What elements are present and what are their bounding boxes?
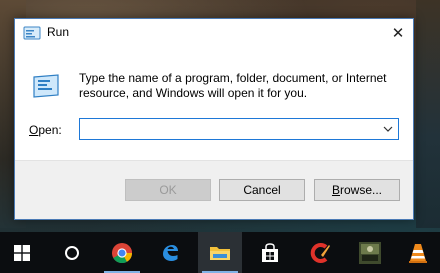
wallpaper-right [416,0,440,228]
run-app-icon [23,26,41,40]
taskbar-game-app[interactable] [348,232,392,273]
ccleaner-icon [310,242,330,263]
run-dialog: Run ✕ Type the name of a program, folder… [14,18,414,220]
open-input[interactable] [80,119,376,139]
taskbar-chrome[interactable] [100,232,144,273]
browse-label: rowse... [340,183,383,197]
dropdown-button[interactable] [378,119,398,139]
dialog-title: Run [47,25,70,39]
open-label-text: pen: [38,123,62,137]
open-label-mnemonic: O [29,123,39,137]
game-app-icon [359,241,381,264]
taskbar-file-explorer[interactable] [198,232,242,273]
title-bar[interactable]: Run ✕ [15,19,413,47]
ok-button[interactable]: OK [125,179,211,201]
browse-mnemonic: B [331,183,340,197]
cortana-circle-icon [65,245,79,260]
chevron-down-icon [383,126,393,132]
start-button[interactable] [0,232,44,273]
close-button[interactable]: ✕ [383,19,413,47]
taskbar [0,232,440,273]
edge-icon [163,244,178,261]
chrome-icon [112,242,133,263]
browse-button[interactable]: Browse... [314,179,400,201]
open-label: Open: [29,123,62,137]
cortana-button[interactable] [50,232,94,273]
instruction-text: Type the name of a program, folder, docu… [79,71,387,100]
taskbar-vlc[interactable] [396,232,440,273]
button-bar: OK Cancel Browse... [15,160,413,219]
run-icon [33,74,59,98]
taskbar-ccleaner[interactable] [298,232,342,273]
taskbar-edge[interactable] [148,232,192,273]
cancel-button[interactable]: Cancel [219,179,305,201]
close-icon: ✕ [391,25,405,42]
windows-logo-icon [14,244,30,261]
open-combobox[interactable] [79,118,399,140]
store-bag-icon [262,242,278,262]
vlc-cone-icon [409,243,427,263]
folder-icon [210,246,230,260]
taskbar-store[interactable] [248,232,292,273]
